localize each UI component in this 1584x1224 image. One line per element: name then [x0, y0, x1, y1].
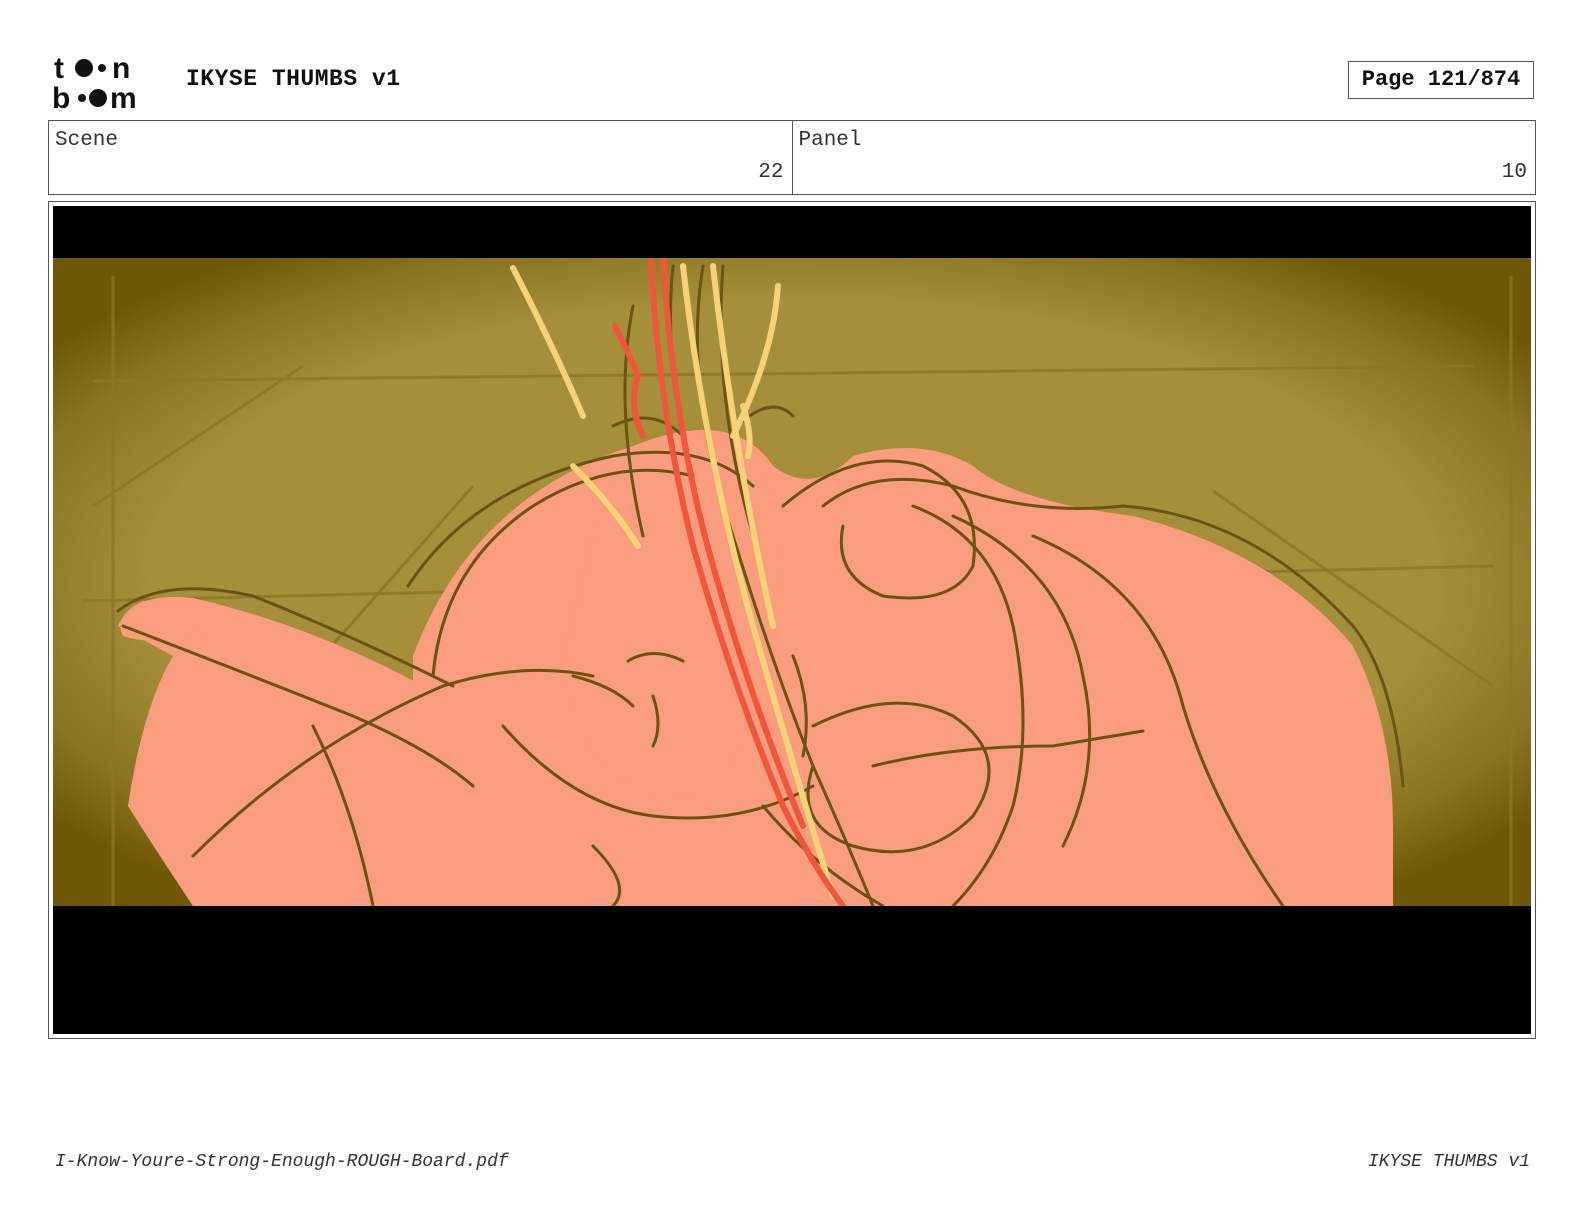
- svg-text:b: b: [52, 82, 70, 112]
- document-title: IKYSE THUMBS v1: [186, 66, 401, 92]
- scene-panel-info: Scene 22 Panel 10: [48, 120, 1536, 195]
- scene-cell: Scene 22: [49, 121, 792, 194]
- panel-number: 10: [1501, 161, 1527, 184]
- svg-text:t: t: [54, 52, 64, 85]
- storyboard-sketch-image: [53, 206, 1531, 1034]
- toon-boom-logo: t n b m: [52, 52, 164, 115]
- storyboard-panel-frame: [48, 201, 1536, 1039]
- scene-number: 22: [758, 161, 784, 184]
- svg-text:m: m: [110, 82, 137, 112]
- scene-label: Scene: [55, 129, 119, 152]
- panel-cell: Panel 10: [791, 121, 1536, 194]
- svg-text:n: n: [112, 52, 130, 85]
- panel-label: Panel: [798, 129, 862, 152]
- footer-filename: I-Know-Youre-Strong-Enough-ROUGH-Board.p…: [55, 1152, 509, 1172]
- footer-title: IKYSE THUMBS v1: [1367, 1152, 1530, 1172]
- page-indicator: Page 121/874: [1348, 61, 1534, 99]
